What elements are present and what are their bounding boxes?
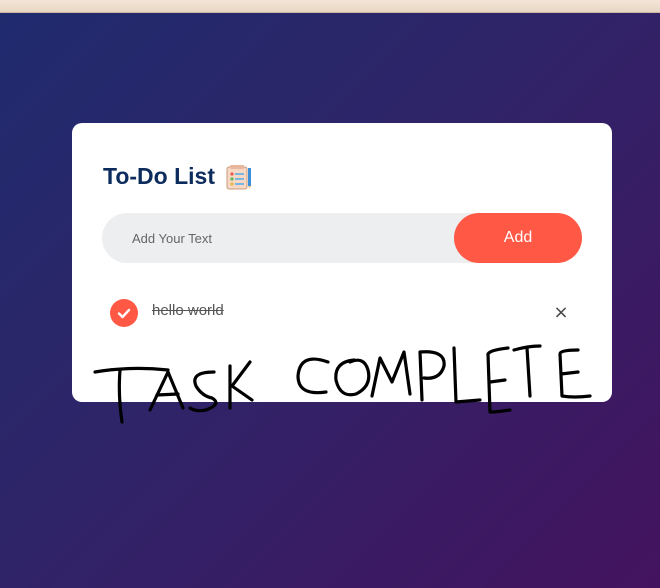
add-button[interactable]: Add [454, 213, 582, 263]
task-input[interactable] [102, 213, 442, 263]
browser-top-strip [0, 0, 660, 13]
notepad-icon [225, 164, 253, 190]
title-row: To-Do List [103, 163, 253, 190]
todo-card: To-Do List Add hello world [72, 123, 612, 402]
add-task-row: Add [102, 213, 582, 263]
task-text: hello world [152, 302, 224, 319]
task-list-item[interactable]: hello world × [110, 299, 572, 329]
delete-task-button[interactable]: × [550, 302, 572, 324]
checked-icon[interactable] [110, 299, 138, 327]
page-title: To-Do List [103, 163, 215, 189]
